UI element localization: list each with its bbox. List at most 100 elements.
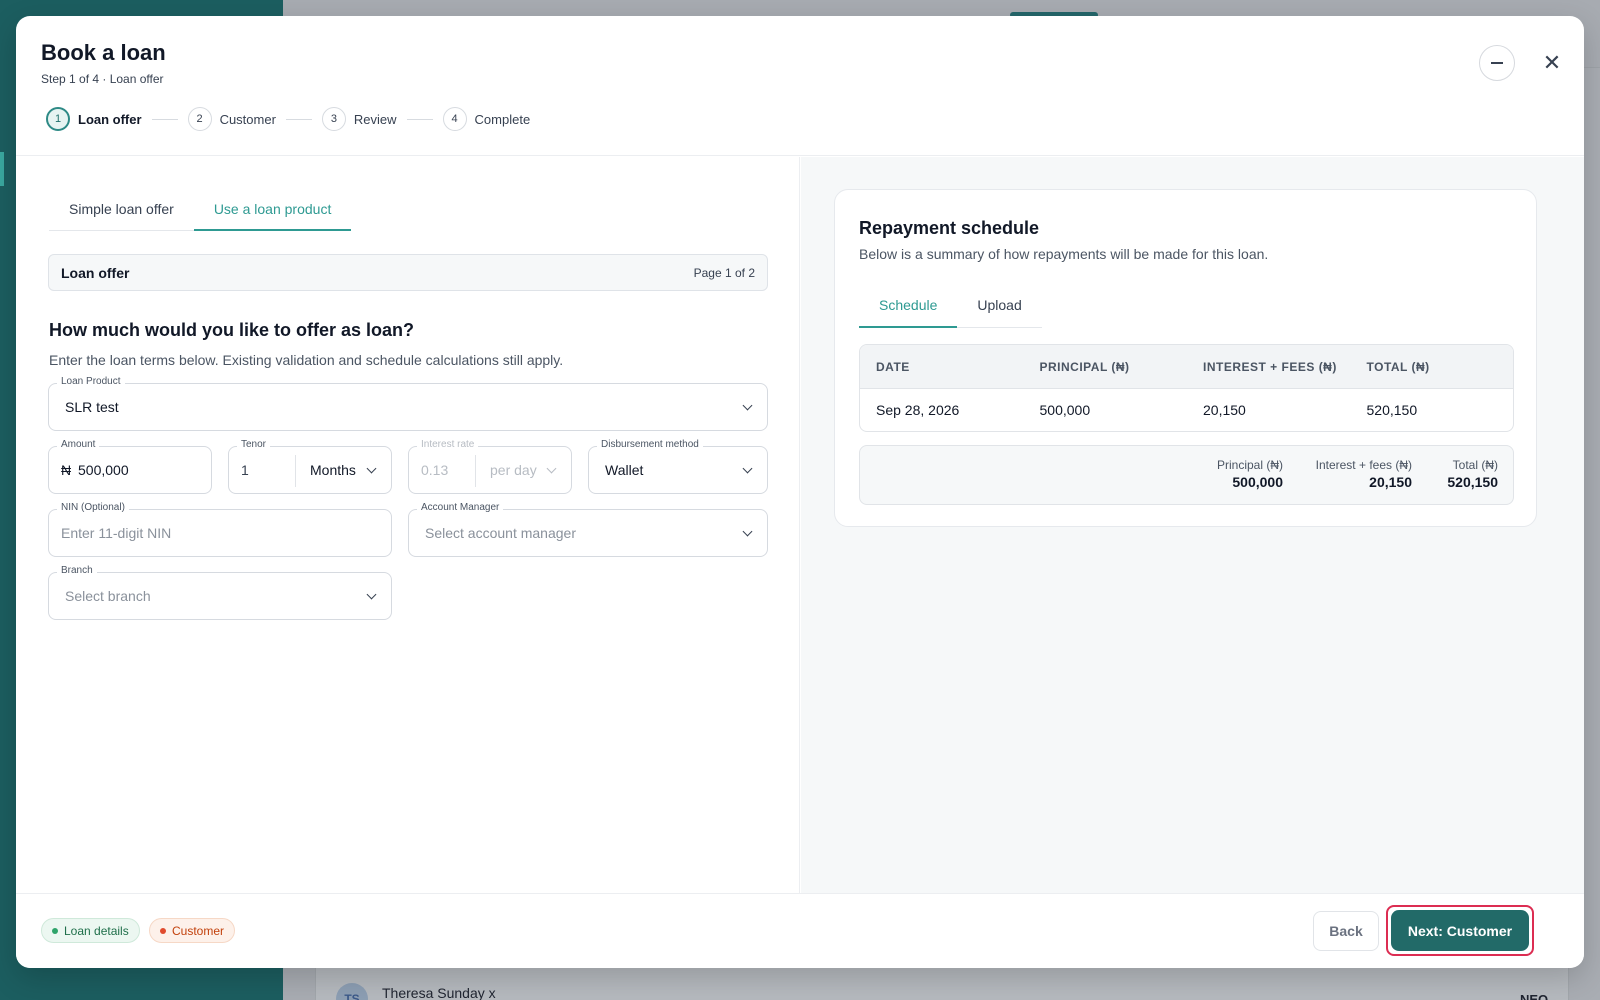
- field-value: Wallet: [605, 462, 644, 478]
- summary-label: Total (₦): [1452, 458, 1498, 472]
- step-loan-offer[interactable]: 1 Loan offer: [46, 107, 142, 131]
- step-customer[interactable]: 2 Customer: [187, 107, 276, 131]
- account-manager-select[interactable]: Account Manager Select account manager: [408, 502, 768, 557]
- field-label: Interest rate: [417, 439, 479, 450]
- nin-field[interactable]: NIN (Optional) Enter 11-digit NIN: [48, 502, 392, 557]
- interest-rate-field: Interest rate 0.13 per day: [408, 439, 572, 494]
- summary-label: Interest + fees (₦): [1315, 458, 1412, 472]
- tenor-unit-select[interactable]: Months: [310, 462, 356, 478]
- tenor-field[interactable]: Tenor 1 Months: [228, 439, 392, 494]
- close-button[interactable]: ✕: [1538, 49, 1566, 77]
- summary-principal: Principal (₦) 500,000: [1217, 458, 1283, 490]
- table-row: Sep 28, 2026 500,000 20,150 520,150: [860, 389, 1513, 431]
- step-complete[interactable]: 4 Complete: [442, 107, 530, 131]
- loan-product-select[interactable]: Loan Product SLR test: [48, 376, 768, 431]
- field-divider: [295, 455, 296, 487]
- status-dot-icon: [52, 927, 58, 934]
- minimize-button[interactable]: [1479, 45, 1515, 81]
- badge-label: Loan details: [64, 923, 129, 938]
- schedule-summary: Principal (₦) 500,000 Interest + fees (₦…: [859, 445, 1514, 505]
- summary-value: 520,150: [1447, 474, 1498, 490]
- step-label: Customer: [219, 111, 276, 127]
- field-value: SLR test: [65, 399, 119, 415]
- tab-schedule[interactable]: Schedule: [859, 288, 958, 328]
- field-label: Disbursement method: [597, 439, 703, 450]
- chevron-down-icon: [742, 463, 753, 474]
- status-badge-loan-details: Loan details: [41, 918, 140, 943]
- interest-rate-value: 0.13: [421, 462, 449, 478]
- section-title: Loan offer: [61, 264, 130, 281]
- modal-header: Book a loan Step 1 of 4 · Loan offer ✕ 1…: [16, 16, 1584, 156]
- field-label: Branch: [57, 565, 97, 576]
- cell-interest: 20,150: [1203, 402, 1246, 418]
- chevron-down-icon: [742, 526, 753, 537]
- tab-upload[interactable]: Upload: [957, 288, 1041, 327]
- field-label: Loan Product: [57, 376, 125, 387]
- background-badge: NEO: [1520, 992, 1549, 1000]
- step-label: Loan offer: [78, 111, 142, 127]
- chevron-down-icon: [742, 400, 753, 411]
- column-header-total: TOTAL (₦): [1366, 359, 1430, 374]
- close-icon: ✕: [1542, 50, 1562, 75]
- status-dot-icon: [160, 927, 166, 934]
- step-number: 2: [187, 107, 212, 131]
- question-title: How much would you like to offer as loan…: [49, 320, 415, 340]
- table-header: DATE PRINCIPAL (₦) INTEREST + FEES (₦) T…: [860, 345, 1513, 389]
- minus-icon: [1491, 62, 1503, 64]
- badge-label: Customer: [172, 923, 225, 938]
- tab-use-loan-product[interactable]: Use a loan product: [193, 191, 352, 231]
- column-header-principal: PRINCIPAL (₦): [1039, 359, 1130, 374]
- summary-value: 500,000: [1232, 474, 1283, 490]
- field-label: Tenor: [237, 439, 271, 450]
- loan-offer-panel: Simple loan offer Use a loan product Loa…: [16, 157, 800, 893]
- branch-placeholder: Select branch: [65, 588, 151, 604]
- tab-simple-loan-offer[interactable]: Simple loan offer: [49, 191, 194, 230]
- chevron-down-icon: [366, 589, 377, 600]
- chevron-down-icon: [546, 463, 557, 474]
- back-button[interactable]: Back: [1313, 911, 1379, 951]
- schedule-subtitle: Below is a summary of how repayments wil…: [859, 246, 1269, 262]
- repayment-panel: Repayment schedule Below is a summary of…: [801, 157, 1584, 893]
- summary-value: 20,150: [1369, 474, 1412, 490]
- nin-placeholder: Enter 11-digit NIN: [61, 525, 172, 541]
- summary-label: Principal (₦): [1216, 458, 1283, 472]
- interest-rate-unit: per day: [490, 462, 537, 478]
- cell-date: Sep 28, 2026: [876, 402, 960, 418]
- summary-total: Total (₦) 520,150: [1447, 458, 1498, 490]
- section-header: Loan offer Page 1 of 2: [48, 254, 768, 291]
- field-label: Account Manager: [417, 502, 504, 513]
- book-loan-modal: Book a loan Step 1 of 4 · Loan offer ✕ 1…: [16, 16, 1584, 968]
- schedule-title: Repayment schedule: [859, 218, 1040, 238]
- currency-symbol: ₦: [61, 462, 72, 478]
- step-connector: [151, 118, 178, 120]
- background-customer-name: Theresa Sunday x: [382, 985, 496, 1000]
- step-connector: [406, 118, 433, 120]
- status-badge-customer: Customer: [149, 918, 236, 943]
- stepper: 1 Loan offer 2 Customer 3 Review 4 Compl…: [46, 107, 530, 131]
- column-header-date: DATE: [876, 359, 910, 374]
- step-number: 4: [442, 107, 467, 131]
- modal-subtitle: Step 1 of 4 · Loan offer: [41, 72, 164, 86]
- amount-field[interactable]: Amount ₦ 500,000: [48, 439, 212, 494]
- step-number: 1: [46, 107, 70, 131]
- step-connector: [285, 118, 312, 120]
- field-label: Amount: [57, 439, 100, 450]
- branch-select[interactable]: Branch Select branch: [48, 565, 392, 620]
- sidebar-active-indicator: [0, 152, 4, 186]
- question-subtitle: Enter the loan terms below. Existing val…: [49, 352, 564, 368]
- modal-footer: Loan details Customer Back Next: Custome…: [16, 893, 1584, 968]
- page-indicator: Page 1 of 2: [693, 265, 755, 280]
- account-manager-placeholder: Select account manager: [425, 525, 576, 541]
- offer-type-tabs: Simple loan offer Use a loan product: [49, 191, 352, 231]
- cell-total: 520,150: [1366, 402, 1418, 418]
- field-label: NIN (Optional): [57, 502, 129, 513]
- chevron-down-icon: [366, 463, 377, 474]
- step-label: Review: [353, 111, 397, 127]
- cell-principal: 500,000: [1039, 402, 1091, 418]
- column-header-interest: INTEREST + FEES (₦): [1203, 359, 1337, 374]
- step-number: 3: [321, 107, 346, 131]
- step-review[interactable]: 3 Review: [321, 107, 397, 131]
- schedule-tabs: Schedule Upload: [859, 288, 1042, 328]
- next-customer-button[interactable]: Next: Customer: [1391, 910, 1529, 951]
- disbursement-method-select[interactable]: Disbursement method Wallet: [588, 439, 768, 494]
